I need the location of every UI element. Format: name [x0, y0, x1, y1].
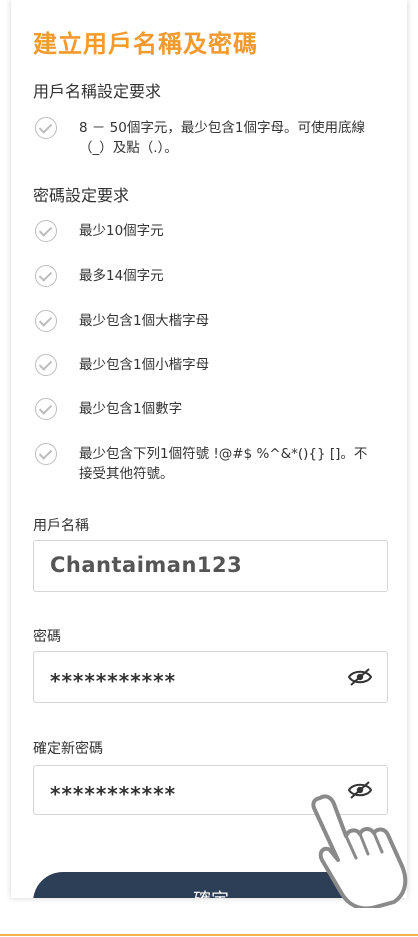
eye-slash-icon[interactable]	[347, 666, 373, 688]
username-requirement-item: 8 － 50個字元，最少包含1個字母。可使用底線（_）及點（.）。	[35, 117, 385, 158]
password-requirement-item: 最少包含1個小楷字母	[35, 354, 385, 376]
registration-card: 建立用戶名稱及密碼 用戶名稱設定要求 8 － 50個字元，最少包含1個字母。可使…	[11, 0, 407, 898]
username-input[interactable]: Chantaiman123	[33, 540, 388, 592]
check-circle-icon	[35, 443, 57, 465]
password-requirement-item: 最少包含1個大楷字母	[35, 310, 385, 332]
password-value: ***********	[50, 669, 177, 693]
password-requirement-item: 最少10個字元	[35, 220, 385, 242]
confirm-password-label: 確定新密碼	[33, 741, 103, 757]
pointing-hand-icon	[311, 794, 408, 908]
username-requirements-heading: 用戶名稱設定要求	[33, 82, 162, 101]
check-circle-icon	[35, 220, 57, 242]
username-value: Chantaiman123	[50, 553, 243, 577]
password-input[interactable]: ***********	[33, 651, 388, 703]
password-requirement-item: 最多14個字元	[35, 265, 385, 287]
check-circle-icon	[35, 354, 57, 376]
password-requirements-heading: 密碼設定要求	[33, 186, 130, 205]
confirm-password-value: ***********	[50, 782, 177, 806]
username-label: 用戶名稱	[33, 518, 89, 534]
check-circle-icon	[35, 310, 57, 332]
check-circle-icon	[35, 398, 57, 420]
password-requirement-item: 最少包含下列1個符號 !@#$ %^&*(){} []。不接受其他符號。	[35, 443, 385, 484]
password-requirement-item: 最少包含1個數字	[35, 398, 385, 420]
check-circle-icon	[35, 117, 57, 139]
bottom-accent-line	[0, 934, 418, 936]
password-label: 密碼	[33, 629, 61, 645]
check-circle-icon	[35, 265, 57, 287]
page-title: 建立用戶名稱及密碼	[33, 30, 258, 58]
